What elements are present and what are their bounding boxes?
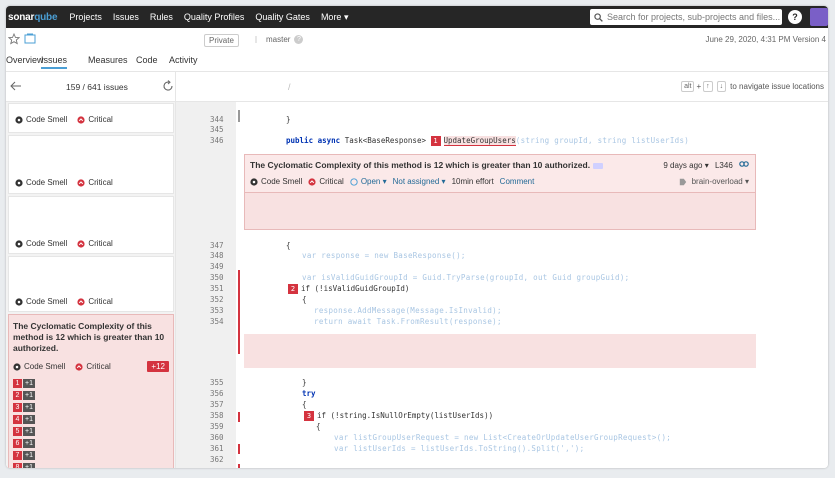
method-name-highlight[interactable]: UpdateGroupUsers — [443, 136, 516, 146]
code-viewer: / alt + ↑ ↓ to navigate issue locations … — [176, 72, 828, 468]
issue-marker — [238, 412, 240, 422]
visibility-badge: Private — [204, 34, 239, 47]
issue-message[interactable]: The Cyclomatic Complexity of this method… — [250, 160, 604, 170]
star-icon[interactable] — [8, 33, 20, 45]
issue-assignee[interactable]: Not assigned ▾ — [393, 177, 446, 186]
location-item[interactable]: 2 +1 — [13, 391, 35, 400]
navigation-hint: alt + ↑ ↓ to navigate issue locations — [679, 81, 824, 92]
search-placeholder: Search for projects, sub-projects and fi… — [607, 12, 781, 22]
location-item[interactable]: 8 +1 — [13, 463, 35, 468]
link-icon[interactable] — [739, 160, 749, 168]
issue-marker — [238, 444, 240, 454]
critical-severity-icon — [308, 177, 316, 186]
top-navbar: sonarqube Projects Issues Rules Quality … — [6, 6, 828, 28]
location-badge[interactable]: 1 — [430, 136, 441, 146]
code-smell-icon — [13, 362, 21, 371]
search-icon — [594, 12, 603, 22]
issue-type[interactable]: Code Smell — [261, 177, 302, 186]
location-item[interactable]: 5 +1 — [13, 427, 35, 436]
analysis-date: June 29, 2020, 4:31 PM Version 4 — [705, 35, 826, 44]
issues-list-header: 159 / 641 issues — [6, 72, 175, 102]
critical-severity-icon — [77, 239, 85, 248]
project-tabs: Overview Issues Measures Code Activity — [6, 52, 828, 72]
code-smell-icon — [15, 178, 23, 187]
tab-overview[interactable]: Overview — [6, 55, 44, 65]
nav-issues[interactable]: Issues — [113, 12, 139, 23]
nav-rules[interactable]: Rules — [150, 12, 173, 23]
code-smell-icon — [15, 115, 23, 124]
main-nav: Projects Issues Rules Quality Profiles Q… — [69, 12, 359, 23]
branch-name: master — [266, 35, 291, 44]
project-icon — [24, 33, 36, 44]
issue-marker — [238, 464, 240, 468]
critical-severity-icon — [77, 178, 85, 187]
issue-card[interactable]: Code Smell Critical — [8, 103, 174, 133]
nav-more[interactable]: More ▾ — [321, 12, 349, 23]
location-item[interactable]: 6 +1 — [13, 439, 35, 448]
critical-severity-icon — [77, 297, 85, 306]
more-icon[interactable] — [593, 162, 604, 169]
nav-quality-profiles[interactable]: Quality Profiles — [184, 12, 245, 23]
issue-card[interactable]: Code Smell Critical — [8, 135, 174, 194]
critical-severity-icon — [77, 115, 85, 124]
back-arrow-icon[interactable] — [10, 81, 22, 91]
issues-list: 159 / 641 issues Code Smell Critical Cod… — [6, 72, 176, 468]
branch-selector[interactable]: master ? — [254, 35, 304, 44]
comment-link[interactable]: Comment — [500, 177, 535, 186]
branch-icon — [255, 36, 257, 43]
issue-marker — [238, 294, 240, 354]
issue-effort[interactable]: 10min effort — [452, 177, 494, 186]
selected-issue-card[interactable]: The Cyclomatic Complexity of this method… — [8, 314, 174, 468]
issue-meta: Code Smell Critical Open ▾ Not assigned … — [250, 177, 534, 186]
scm-gutter — [176, 102, 206, 468]
search-input[interactable]: Search for projects, sub-projects and fi… — [590, 9, 782, 25]
issue-status[interactable]: Open ▾ — [361, 177, 387, 186]
location-item[interactable]: 3 +1 — [13, 403, 35, 412]
location-item[interactable]: 7 +1 — [13, 451, 35, 460]
selected-issue-message[interactable]: The Cyclomatic Complexity of this method… — [13, 321, 171, 354]
open-status-icon — [350, 177, 358, 186]
nav-projects[interactable]: Projects — [69, 12, 102, 23]
question-icon[interactable]: ? — [294, 35, 304, 44]
issue-card[interactable]: Code Smell Critical — [8, 196, 174, 254]
code-smell-icon — [250, 177, 258, 186]
tab-activity[interactable]: Activity — [169, 55, 198, 65]
nav-quality-gates[interactable]: Quality Gates — [255, 12, 310, 23]
code-toolbar: / alt + ↑ ↓ to navigate issue locations — [176, 72, 828, 102]
secondary-location-band — [244, 334, 756, 368]
location-item[interactable]: 4 +1 — [13, 415, 35, 424]
code-smell-icon — [15, 239, 23, 248]
critical-severity-icon — [75, 362, 83, 371]
issue-age[interactable]: 9 days ago ▾ L346 — [663, 160, 749, 170]
issue-card[interactable]: Code Smell Critical — [8, 256, 174, 312]
sonarqube-logo[interactable]: sonarqube — [8, 12, 58, 23]
location-badge[interactable]: 2 — [288, 284, 298, 294]
tab-issues[interactable]: Issues — [41, 55, 68, 69]
avatar[interactable] — [810, 8, 828, 26]
scm-marker — [238, 110, 240, 122]
tab-measures[interactable]: Measures — [88, 55, 128, 65]
reload-icon[interactable] — [162, 80, 174, 92]
tag-icon — [680, 178, 687, 186]
location-badge[interactable]: 3 — [304, 411, 314, 421]
issue-counter: 159 / 641 issues — [66, 82, 128, 92]
issue-detail-box: The Cyclomatic Complexity of this method… — [244, 154, 756, 230]
complexity-badge: +12 — [147, 361, 169, 372]
code-smell-icon — [15, 297, 23, 306]
issue-tags[interactable]: brain-overload ▾ — [679, 177, 749, 186]
file-path: / — [288, 82, 291, 92]
method-signature: public async Task<BaseResponse> 1 UpdateG… — [286, 136, 690, 146]
help-button[interactable]: ? — [788, 10, 802, 24]
tab-code[interactable]: Code — [136, 55, 158, 65]
issue-header: The Cyclomatic Complexity of this method… — [245, 155, 755, 193]
issue-marker — [238, 270, 240, 294]
app-window: sonarqube Projects Issues Rules Quality … — [6, 6, 828, 468]
project-header: Private master ? June 29, 2020, 4:31 PM … — [6, 28, 828, 52]
location-item[interactable]: 1 +1 — [13, 379, 35, 388]
issue-severity[interactable]: Critical — [319, 177, 343, 186]
